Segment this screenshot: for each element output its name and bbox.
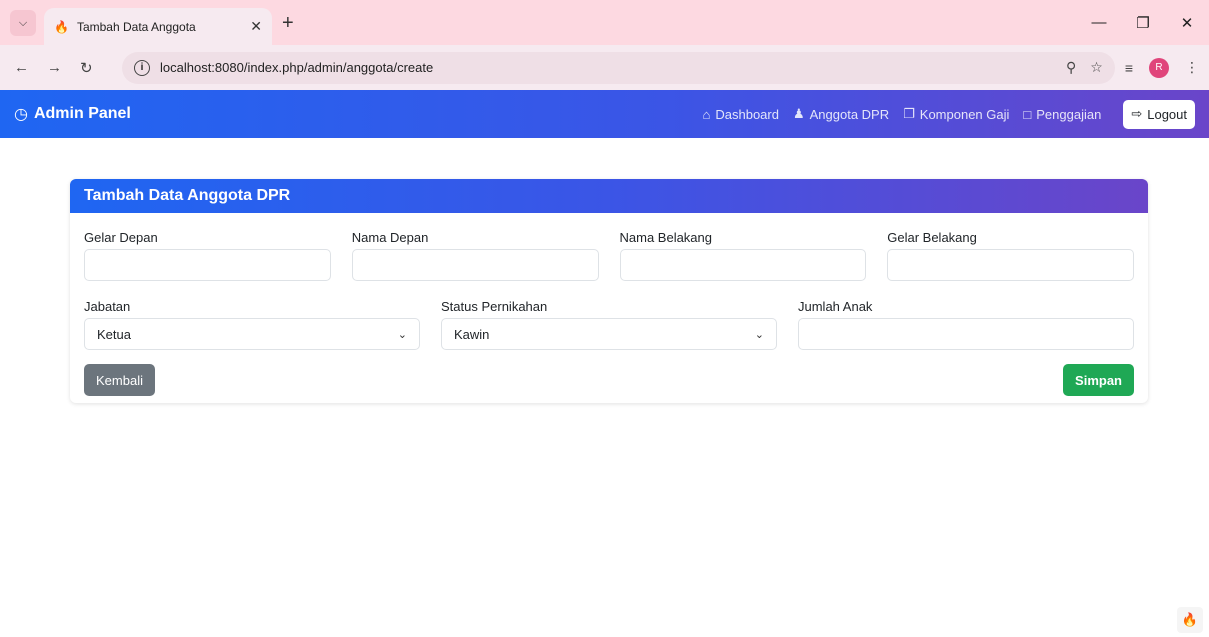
form-row-names: Gelar Depan Nama Depan Nama Belakang Gel…: [84, 230, 1134, 281]
form-actions: Kembali Simpan: [84, 364, 1134, 396]
forward-arrow-icon[interactable]: →: [47, 59, 62, 77]
browser-tab-strip: ⌵ 🔥 Tambah Data Anggota ✕ + — ❐ ✕: [0, 0, 1209, 45]
chevron-down-icon: ⌄: [754, 328, 764, 341]
reading-list-icon[interactable]: ≡: [1125, 60, 1133, 76]
form-card-title: Tambah Data Anggota DPR: [70, 179, 1148, 213]
debug-toolbar-flame-icon[interactable]: 🔥: [1177, 607, 1203, 633]
nav-link-anggota-dpr[interactable]: ♟ Anggota DPR: [793, 106, 889, 122]
nav-link-label: Dashboard: [715, 106, 779, 122]
zoom-icon[interactable]: ⚲: [1066, 59, 1076, 76]
logout-icon: ⇨: [1131, 106, 1143, 121]
status-pernikahan-group: Status Pernikahan Kawin ⌄: [441, 299, 777, 350]
logout-button[interactable]: ⇨ Logout: [1123, 99, 1195, 129]
gelar-belakang-label: Gelar Belakang: [887, 230, 977, 245]
nav-buttons: ← → ↻: [10, 59, 122, 77]
tab-search-button[interactable]: ⌵: [10, 10, 36, 36]
form-card: Tambah Data Anggota DPR Gelar Depan Nama…: [70, 179, 1148, 403]
nav-link-penggajian[interactable]: □ Penggajian: [1023, 107, 1101, 122]
brand[interactable]: ◷ Admin Panel: [14, 104, 131, 124]
window-close-icon[interactable]: ✕: [1165, 14, 1209, 32]
minimize-icon[interactable]: —: [1077, 14, 1121, 31]
house-icon: ⌂: [702, 106, 711, 122]
chevron-down-icon: ⌵: [18, 16, 28, 29]
gelar-belakang-group: Gelar Belakang: [887, 230, 1134, 281]
jabatan-group: Jabatan Ketua ⌄: [84, 299, 420, 350]
browser-tab[interactable]: 🔥 Tambah Data Anggota ✕: [44, 8, 272, 45]
brand-label: Admin Panel: [33, 105, 131, 122]
jumlah-anak-input[interactable]: [798, 318, 1134, 350]
window-controls: — ❐ ✕: [1077, 0, 1209, 45]
gelar-depan-label: Gelar Depan: [84, 230, 158, 245]
bookmark-star-icon[interactable]: ☆: [1090, 59, 1103, 76]
status-pernikahan-select[interactable]: Kawin ⌄: [441, 318, 777, 350]
nama-belakang-input[interactable]: [619, 249, 867, 281]
address-bar[interactable]: i localhost:8080/index.php/admin/anggota…: [122, 51, 1115, 84]
form-row-details: Jabatan Ketua ⌄ Status Pernikahan Kawin …: [84, 299, 1134, 350]
browser-toolbar: ← → ↻ i localhost:8080/index.php/admin/a…: [0, 45, 1209, 90]
form-body: Gelar Depan Nama Depan Nama Belakang Gel…: [70, 230, 1148, 396]
nav-link-label: Komponen Gaji: [919, 106, 1010, 122]
nama-belakang-label: Nama Belakang: [619, 230, 713, 245]
profile-avatar[interactable]: R: [1149, 57, 1169, 78]
speedometer-icon: ◷: [14, 106, 28, 123]
close-icon[interactable]: ✕: [250, 18, 262, 35]
logout-label: Logout: [1147, 106, 1187, 122]
people-icon: ♟: [792, 106, 805, 121]
status-pernikahan-label: Status Pernikahan: [441, 299, 548, 314]
nav-link-label: Anggota DPR: [809, 106, 890, 122]
restore-icon[interactable]: ❐: [1121, 14, 1165, 32]
url-text[interactable]: localhost:8080/index.php/admin/anggota/c…: [160, 60, 1066, 75]
gelar-depan-input[interactable]: [84, 249, 331, 281]
components-icon: ❐: [903, 106, 915, 121]
toolbar-right: ≡ R ⋮: [1125, 57, 1199, 78]
nav-link-komponen-gaji[interactable]: ❐ Komponen Gaji: [903, 106, 1009, 122]
new-tab-plus-icon[interactable]: +: [282, 12, 294, 35]
nama-belakang-group: Nama Belakang: [619, 230, 867, 281]
nama-depan-input[interactable]: [351, 249, 599, 281]
jumlah-anak-label: Jumlah Anak: [798, 299, 873, 314]
jumlah-anak-group: Jumlah Anak: [798, 299, 1134, 350]
nav-links: ⌂ Dashboard ♟ Anggota DPR ❐ Komponen Gaji □…: [703, 99, 1195, 129]
tab-title: Tambah Data Anggota: [76, 19, 196, 34]
app-navbar: ◷ Admin Panel ⌂ Dashboard ♟ Anggota DPR ❐ K…: [0, 90, 1209, 138]
nav-link-label: Penggajian: [1036, 106, 1102, 122]
back-arrow-icon[interactable]: ←: [14, 59, 29, 77]
jabatan-value: Ketua: [97, 326, 131, 342]
save-button[interactable]: Simpan: [1063, 364, 1134, 396]
chevron-down-icon: ⌄: [397, 328, 407, 341]
status-pernikahan-value: Kawin: [454, 326, 490, 342]
gelar-belakang-input[interactable]: [887, 249, 1134, 281]
flame-favicon-icon: 🔥: [54, 19, 69, 34]
nav-link-dashboard[interactable]: ⌂ Dashboard: [703, 107, 779, 122]
reload-icon[interactable]: ↻: [80, 59, 93, 77]
back-button[interactable]: Kembali: [84, 364, 155, 396]
jabatan-select[interactable]: Ketua ⌄: [84, 318, 420, 350]
info-icon[interactable]: i: [134, 59, 150, 76]
more-menu-icon[interactable]: ⋮: [1185, 59, 1199, 76]
folder-icon: □: [1023, 106, 1032, 122]
nama-depan-group: Nama Depan: [351, 230, 599, 281]
nama-depan-label: Nama Depan: [351, 230, 429, 245]
jabatan-label: Jabatan: [84, 299, 131, 314]
gelar-depan-group: Gelar Depan: [84, 230, 331, 281]
